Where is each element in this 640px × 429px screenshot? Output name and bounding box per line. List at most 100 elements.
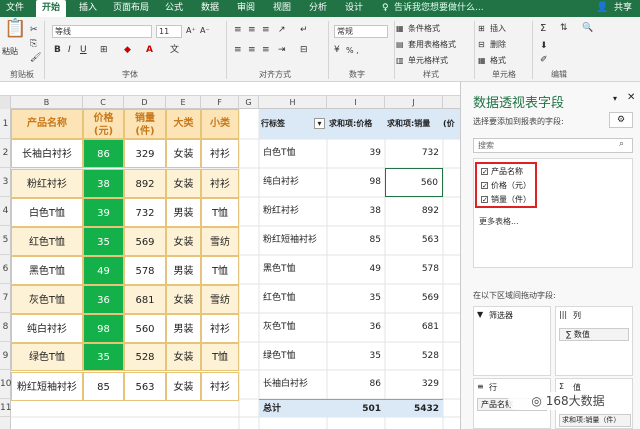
cell-style-button[interactable]: 单元格样式 [408, 55, 448, 66]
col-header-e[interactable]: E [166, 96, 201, 109]
row-header[interactable]: 10 [0, 370, 11, 399]
field-price[interactable]: 价格（元） [491, 180, 531, 191]
pivot-value-cell[interactable]: 892 [385, 197, 443, 226]
sales-cell[interactable]: 732 [124, 198, 166, 227]
price-cell[interactable]: 35 [83, 343, 124, 371]
category-cell[interactable]: 男装 [166, 256, 201, 285]
subcategory-cell[interactable]: 衬衫 [201, 139, 239, 168]
subcategory-cell[interactable]: 衬衫 [201, 314, 239, 343]
row-header[interactable]: 3 [0, 168, 11, 197]
menu-design[interactable]: 设计 [340, 0, 368, 17]
column-values-chip[interactable]: ∑ 数值 [559, 328, 629, 341]
category-cell[interactable]: 女装 [166, 139, 201, 168]
table-format-button[interactable]: 套用表格格式 [408, 39, 456, 50]
pivot-value-cell[interactable]: 38 [327, 197, 385, 226]
col-header-h[interactable]: H [259, 96, 327, 109]
pivot-value-cell[interactable]: 49 [327, 255, 385, 284]
row-header[interactable]: 11 [0, 399, 11, 417]
merge-icon[interactable]: ⊟ [300, 45, 308, 56]
gear-icon[interactable]: ⚙ [609, 112, 633, 128]
subcategory-cell[interactable]: T恤 [201, 343, 239, 371]
pivot-value-cell[interactable]: 35 [327, 342, 385, 370]
sales-cell[interactable]: 681 [124, 285, 166, 314]
row-header[interactable]: 5 [0, 226, 11, 255]
shrink-font-icon[interactable]: A⁻ [200, 25, 210, 36]
pivot-row-label[interactable]: 纯白衬衫 [259, 168, 327, 197]
sales-cell[interactable]: 563 [124, 372, 166, 401]
align-top-icon[interactable]: ≡ [234, 25, 242, 36]
tell-me-box[interactable]: 告诉我您想要做什么... [394, 0, 484, 17]
subcategory-cell[interactable]: 雪纺 [201, 285, 239, 314]
pivot-value-header[interactable]: 求和项:销量 [385, 109, 443, 139]
pivot-value-cell[interactable]: 681 [385, 313, 443, 342]
row-header[interactable]: 7 [0, 284, 11, 313]
pivot-value-cell[interactable]: 569 [385, 284, 443, 313]
row-header[interactable]: 8 [0, 313, 11, 342]
orientation-icon[interactable]: ↗ [278, 25, 286, 36]
category-cell[interactable]: 男装 [166, 198, 201, 227]
font-color-icon[interactable]: A [146, 45, 153, 56]
table-header-cell[interactable]: 价格 (元) [83, 109, 124, 139]
field-search-input[interactable]: 搜索 [473, 138, 633, 153]
category-cell[interactable]: 女装 [166, 343, 201, 371]
fill-icon[interactable]: ⬇ [540, 41, 548, 52]
row-header[interactable]: 6 [0, 255, 11, 284]
table-header-cell[interactable]: 小类 [201, 109, 239, 139]
menu-analyze[interactable]: 分析 [304, 0, 332, 17]
align-right-icon[interactable]: ≡ [262, 45, 270, 56]
conditional-format-button[interactable]: 条件格式 [408, 23, 440, 34]
cut-icon[interactable]: ✂ [30, 25, 38, 36]
menu-page-layout[interactable]: 页面布局 [110, 0, 152, 17]
formula-bar[interactable] [0, 82, 460, 96]
price-cell[interactable]: 35 [83, 227, 124, 256]
col-header-j[interactable]: J [385, 96, 443, 109]
value-field-chip[interactable]: 求和项:销量（件） [559, 414, 631, 427]
format-painter-icon[interactable]: 🖌 [30, 53, 41, 64]
pivot-value-cell[interactable]: 528 [385, 342, 443, 370]
share-button[interactable]: 共享 [610, 0, 636, 17]
price-cell[interactable]: 98 [83, 314, 124, 343]
pivot-row-label[interactable]: 长袖白衬衫 [259, 370, 327, 399]
col-header-c[interactable]: C [83, 96, 124, 109]
price-cell[interactable]: 85 [83, 372, 124, 401]
row-header[interactable]: 2 [0, 139, 11, 168]
indent-icon[interactable]: ⇥ [278, 45, 286, 56]
col-header-d[interactable]: D [124, 96, 166, 109]
pivot-value-header[interactable]: 求和项:价格 [327, 109, 385, 139]
wrap-text-icon[interactable]: ↵ [300, 25, 308, 36]
find-select-icon[interactable]: 🔍 [582, 23, 593, 34]
table-header-cell[interactable]: 大类 [166, 109, 201, 139]
more-tables-link[interactable]: 更多表格... [479, 216, 519, 227]
pivot-total-value[interactable]: 5432 [385, 399, 443, 417]
grow-font-icon[interactable]: A⁺ [186, 25, 196, 36]
subcategory-cell[interactable]: T恤 [201, 256, 239, 285]
pivot-value-cell[interactable]: 560 [385, 168, 443, 197]
sales-cell[interactable]: 569 [124, 227, 166, 256]
table-header-cell[interactable]: 销量 (件) [124, 109, 166, 139]
pivot-value-cell[interactable]: 98 [327, 168, 385, 197]
field-checkbox-product[interactable]: ✓ [481, 168, 488, 176]
menu-review[interactable]: 审阅 [232, 0, 260, 17]
field-product[interactable]: 产品名称 [491, 166, 523, 177]
align-bottom-icon[interactable]: ≡ [262, 25, 270, 36]
category-cell[interactable]: 女装 [166, 285, 201, 314]
autosum-icon[interactable]: Σ [540, 23, 546, 34]
field-checkbox-price[interactable]: ✓ [481, 182, 488, 190]
pivot-value-cell[interactable]: 85 [327, 226, 385, 255]
sales-cell[interactable]: 329 [124, 139, 166, 168]
pivot-row-label[interactable]: 黑色T恤 [259, 255, 327, 284]
menu-home[interactable]: 开始 [36, 0, 66, 17]
sort-filter-icon[interactable]: ⇅ [560, 23, 568, 34]
menu-formulas[interactable]: 公式 [160, 0, 188, 17]
product-name-cell[interactable]: 粉红衬衫 [11, 169, 83, 198]
delete-cells-button[interactable]: 删除 [490, 39, 506, 50]
col-header-i[interactable]: I [327, 96, 385, 109]
pivot-row-label[interactable]: 粉红短袖衬衫 [259, 226, 327, 255]
pivot-row-label[interactable]: 白色T恤 [259, 139, 327, 168]
category-cell[interactable]: 女装 [166, 372, 201, 401]
number-format-select[interactable]: 常规 [334, 25, 388, 38]
subcategory-cell[interactable]: T恤 [201, 198, 239, 227]
border-icon[interactable]: ⊞ [100, 45, 108, 56]
product-name-cell[interactable]: 灰色T恤 [11, 285, 83, 314]
percent-button[interactable]: % , [346, 45, 359, 56]
